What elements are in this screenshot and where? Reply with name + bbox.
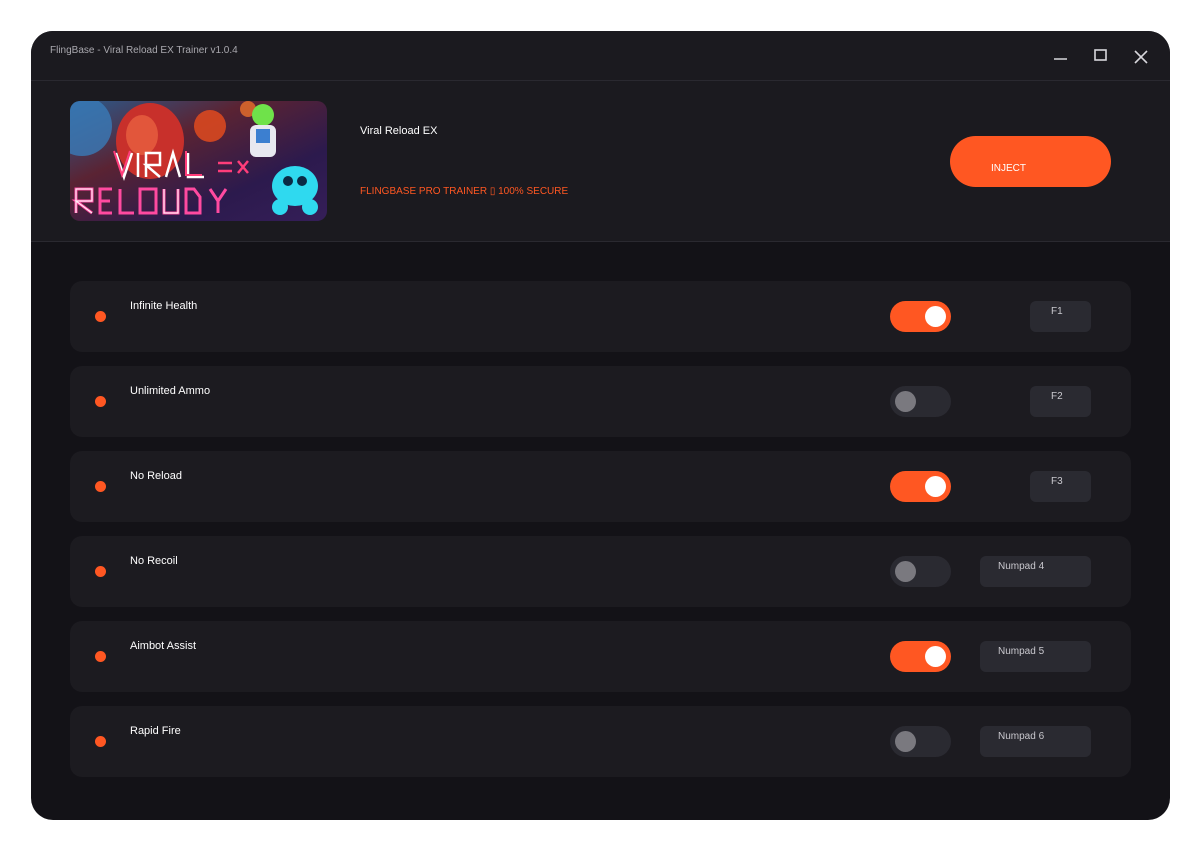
cheat-row: Infinite Health F1 [70,281,1131,352]
cheat-row: No Recoil Numpad 4 [70,536,1131,607]
status-dot-icon [95,396,106,407]
toggle-knob [895,731,916,752]
hotkey-button[interactable]: F2 [1030,386,1091,417]
maximize-icon[interactable] [1089,45,1113,69]
trainer-tagline: FLINGBASE PRO TRAINER ▯ 100% SECURE [360,186,569,197]
status-dot-icon [95,736,106,747]
minimize-icon[interactable] [1049,45,1073,69]
toggle-knob [925,646,946,667]
cheat-label: Unlimited Ammo [130,385,211,397]
status-dot-icon [95,566,106,577]
cheat-label: No Recoil [130,555,178,567]
cheat-row: No Reload F3 [70,451,1131,522]
inject-button[interactable]: INJECT [950,136,1111,187]
toggle-knob [925,306,946,327]
close-icon[interactable] [1129,45,1153,69]
toggle-knob [895,391,916,412]
cheat-label: Aimbot Assist [130,640,197,652]
cheat-row: Aimbot Assist Numpad 5 [70,621,1131,692]
cheat-toggle[interactable] [890,556,951,587]
cheat-toggle[interactable] [890,471,951,502]
cheat-label: No Reload [130,470,182,482]
status-dot-icon [95,481,106,492]
toggle-knob [895,561,916,582]
cheat-toggle[interactable] [890,301,951,332]
cheat-row: Rapid Fire Numpad 6 [70,706,1131,777]
game-name: Viral Reload EX [360,125,438,137]
hotkey-button[interactable]: Numpad 5 [980,641,1091,672]
toggle-knob [925,476,946,497]
window-title: FlingBase - Viral Reload EX Trainer v1.0… [50,45,238,56]
cheat-toggle[interactable] [890,641,951,672]
status-dot-icon [95,311,106,322]
hotkey-button[interactable]: Numpad 6 [980,726,1091,757]
game-cover-image [70,101,327,221]
cheat-label: Infinite Health [130,300,198,312]
game-header: Viral Reload EX FLINGBASE PRO TRAINER ▯ … [31,81,1170,242]
trainer-window: FlingBase - Viral Reload EX Trainer v1.0… [31,31,1170,820]
hotkey-button[interactable]: F3 [1030,471,1091,502]
status-dot-icon [95,651,106,662]
cheat-label: Rapid Fire [130,725,181,737]
hotkey-button[interactable]: F1 [1030,301,1091,332]
hotkey-button[interactable]: Numpad 4 [980,556,1091,587]
title-bar[interactable]: FlingBase - Viral Reload EX Trainer v1.0… [31,31,1170,81]
cheat-row: Unlimited Ammo F2 [70,366,1131,437]
cheat-toggle[interactable] [890,386,951,417]
cheat-toggle[interactable] [890,726,951,757]
